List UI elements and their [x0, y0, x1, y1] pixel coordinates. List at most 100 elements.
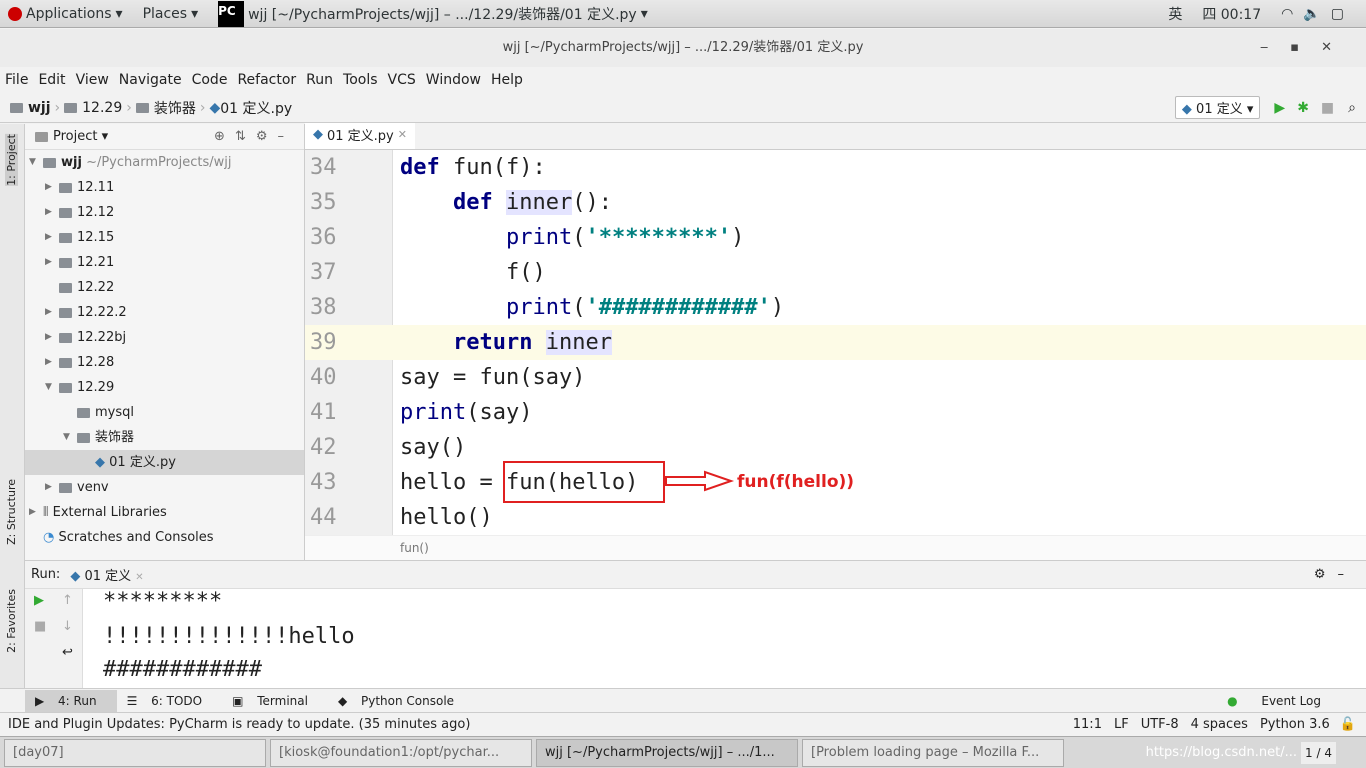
code-line: 34 def fun(f): — [310, 155, 546, 180]
menu-tools[interactable]: Tools — [343, 72, 378, 88]
folder-icon — [59, 332, 72, 343]
python-console-tool-button[interactable]: ◆ Python Console — [328, 694, 474, 708]
tree-root[interactable]: ▼ wjj ~/PycharmProjects/wjj — [25, 150, 304, 175]
down-icon[interactable]: ↓ — [62, 619, 73, 634]
code-line: 36 print('*********') — [310, 225, 745, 250]
project-title[interactable]: Project — [53, 129, 97, 144]
system-top-bar: Applications ▾ Places ▾ PC wjj [~/Pycharm… — [0, 0, 1366, 28]
menu-vcs[interactable]: VCS — [388, 72, 416, 88]
panel-actions[interactable]: ⊕⇅⚙– — [214, 129, 294, 144]
folder-icon — [59, 257, 72, 268]
taskbar-item-active[interactable]: wjj [~/PycharmProjects/wjj] – .../1... — [536, 738, 798, 767]
console-line: ********* — [103, 589, 223, 614]
taskbar-item[interactable]: [kiosk@foundation1:/opt/pychar... — [270, 738, 532, 767]
event-log-button[interactable]: ● Event Log — [1207, 694, 1341, 708]
active-window-menu[interactable]: PC wjj [~/PycharmProjects/wjj] – .../12.2… — [218, 0, 648, 27]
editor-tab[interactable]: ◆ 01 定义.py ✕ — [305, 123, 415, 149]
breadcrumb-item[interactable]: 01 定义.py — [220, 98, 292, 118]
encoding[interactable]: UTF-8 — [1141, 717, 1179, 732]
tree-item[interactable]: ◔ Scratches and Consoles — [25, 525, 304, 550]
code-editor[interactable]: ◆ 01 定义.py ✕ 34 def fun(f): 35 def inner():… — [305, 123, 1366, 560]
folder-icon — [59, 207, 72, 218]
menu-edit[interactable]: Edit — [38, 72, 65, 88]
close-icon[interactable]: ✕ — [398, 128, 407, 141]
tree-item[interactable]: ▶ 12.12 — [25, 200, 304, 225]
tree-item[interactable]: ▶ venv — [25, 475, 304, 500]
interpreter[interactable]: Python 3.6 — [1260, 717, 1330, 732]
project-view-icon — [35, 131, 48, 142]
python-file-icon: ◆ — [313, 127, 323, 142]
clock[interactable]: 四 00:17 — [1202, 4, 1261, 24]
tree-item[interactable]: ▶ 12.22bj — [25, 325, 304, 350]
caret-position[interactable]: 11:1 — [1073, 717, 1102, 732]
tree-item[interactable]: ▶ 12.15 — [25, 225, 304, 250]
breadcrumb-item[interactable]: 12.29 — [82, 100, 122, 116]
tree-item[interactable]: ▼ 12.29 — [25, 375, 304, 400]
folder-icon — [59, 282, 72, 293]
menu-window[interactable]: Window — [426, 72, 481, 88]
tree-item[interactable]: ▶ ⫴ External Libraries — [25, 500, 304, 525]
code-line: 37 f() — [310, 260, 546, 285]
terminal-tool-button[interactable]: ▣ Terminal — [222, 694, 328, 708]
run-tab[interactable]: ◆ 01 定义 ✕ — [70, 565, 143, 584]
navigation-bar: wjj › 12.29 › 装饰器 › ◆ 01 定义.py ◆ 01 定义 ▾ ▶ ✱… — [0, 93, 1366, 123]
folder-icon — [64, 102, 78, 113]
menu-file[interactable]: File — [5, 72, 28, 88]
folder-icon — [59, 182, 72, 193]
run-icon[interactable]: ▶ — [1274, 100, 1285, 116]
line-separator[interactable]: LF — [1114, 717, 1129, 732]
stop-icon[interactable]: ■ — [1321, 100, 1334, 116]
menu-help[interactable]: Help — [491, 72, 523, 88]
tree-item-selected[interactable]: ◆ 01 定义.py — [25, 450, 304, 475]
taskbar-item[interactable]: [day07] — [4, 738, 266, 767]
project-tree: ▼ wjj ~/PycharmProjects/wjj ▶ 12.11 ▶ 12.12… — [25, 150, 304, 550]
tree-item[interactable]: mysql — [25, 400, 304, 425]
scratches-icon: ◔ — [43, 530, 55, 545]
up-icon[interactable]: ↑ — [62, 593, 73, 608]
code-line: 41 print(say) — [310, 400, 533, 425]
menu-view[interactable]: View — [76, 72, 109, 88]
stop-icon[interactable]: ■ — [34, 619, 46, 634]
input-method[interactable]: 英 — [1168, 4, 1182, 24]
tree-item[interactable]: ▶ 12.11 — [25, 175, 304, 200]
tree-item[interactable]: ▶ 12.22.2 — [25, 300, 304, 325]
applications-menu[interactable]: Applications ▾ — [8, 6, 123, 22]
menu-refactor[interactable]: Refactor — [237, 72, 296, 88]
todo-tool-button[interactable]: ☰ 6: TODO — [117, 694, 223, 708]
menu-run[interactable]: Run — [306, 72, 333, 88]
tree-item[interactable]: ▼ 装饰器 — [25, 425, 304, 450]
run-config-select[interactable]: ◆ 01 定义 ▾ — [1174, 96, 1261, 119]
annotation-box — [503, 461, 665, 503]
panel-actions[interactable]: ⚙– — [1314, 567, 1356, 582]
window-title: wjj [~/PycharmProjects/wjj] – .../12.29/… — [502, 40, 864, 55]
places-menu[interactable]: Places ▾ — [143, 6, 199, 22]
watermark: https://blog.csdn.net/... — [1145, 745, 1298, 760]
status-message[interactable]: IDE and Plugin Updates: PyCharm is ready… — [8, 717, 470, 732]
system-tray-icons[interactable]: ◠🔈▢ — [1281, 6, 1354, 22]
wrap-icon[interactable]: ↩ — [62, 645, 73, 660]
indent[interactable]: 4 spaces — [1191, 717, 1248, 732]
tree-item[interactable]: 12.22 — [25, 275, 304, 300]
tool-window-bar: ▶ 4: Run ☰ 6: TODO ▣ Terminal ◆ Python C… — [0, 688, 1366, 712]
rerun-icon[interactable]: ▶ — [34, 593, 44, 608]
menu-code[interactable]: Code — [192, 72, 228, 88]
tree-item[interactable]: ▶ 12.21 — [25, 250, 304, 275]
workspace-pager[interactable]: 1 / 4 — [1301, 741, 1336, 764]
favorites-tool-tab[interactable]: 2: Favorites — [5, 589, 18, 653]
tree-item[interactable]: ▶ 12.28 — [25, 350, 304, 375]
window-titlebar: wjj [~/PycharmProjects/wjj] – .../12.29/… — [0, 29, 1366, 67]
window-controls[interactable]: ‒▪✕ — [1260, 29, 1354, 67]
folder-icon — [59, 382, 72, 393]
lock-icon[interactable]: 🔓 — [1340, 717, 1356, 732]
structure-tool-tab[interactable]: Z: Structure — [5, 479, 18, 545]
editor-breadcrumb[interactable]: fun() — [305, 535, 1366, 560]
run-tool-button[interactable]: ▶ 4: Run — [25, 689, 117, 712]
breadcrumb-item[interactable]: 装饰器 — [154, 98, 196, 118]
breadcrumb-item[interactable]: wjj — [28, 100, 51, 116]
code-line: 38 print('############') — [310, 295, 785, 320]
debug-icon[interactable]: ✱ — [1297, 100, 1309, 116]
taskbar-item[interactable]: [Problem loading page – Mozilla F... — [802, 738, 1064, 767]
search-icon[interactable]: ⌕ — [1348, 100, 1356, 116]
project-tool-tab[interactable]: 1: Project — [5, 134, 18, 186]
menu-navigate[interactable]: Navigate — [119, 72, 182, 88]
